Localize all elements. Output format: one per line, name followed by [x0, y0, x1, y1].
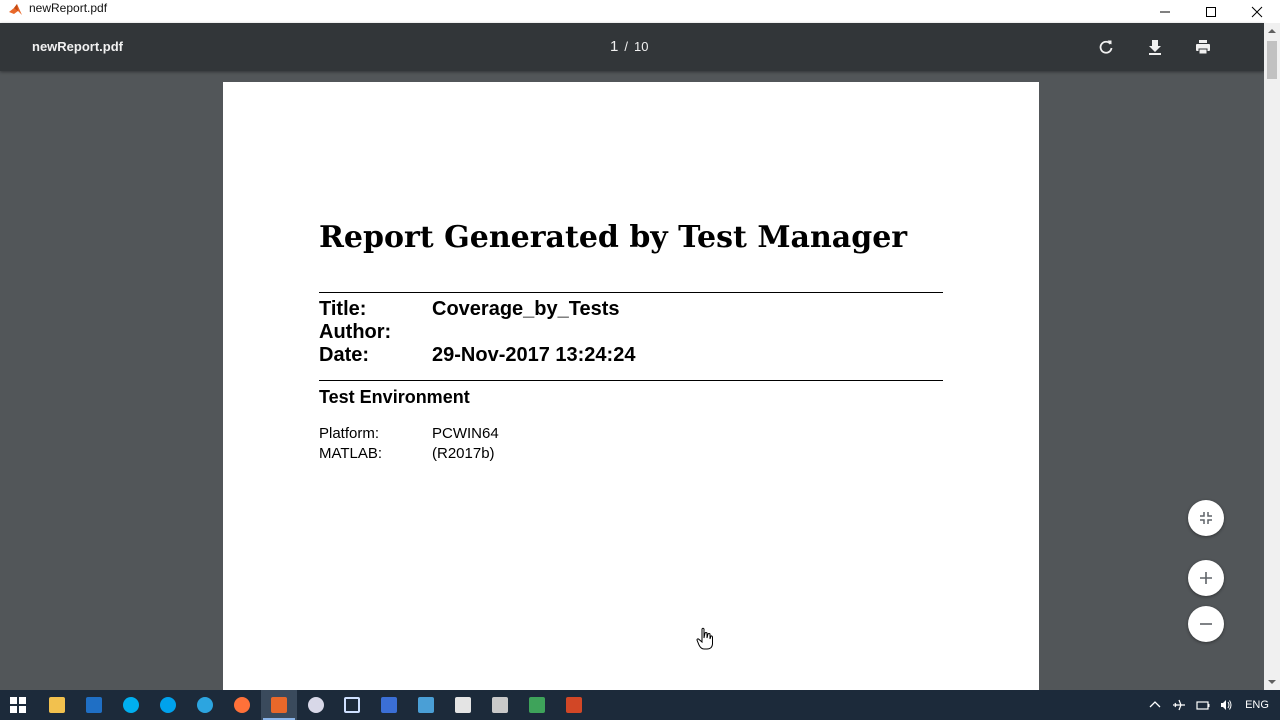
hand-cursor-icon: [696, 627, 713, 650]
divider: [319, 380, 943, 381]
tool-icon: [492, 697, 508, 713]
matlab-icon: [9, 4, 22, 15]
taskbar-skype[interactable]: [113, 690, 149, 720]
taskbar-network[interactable]: [519, 690, 555, 720]
tray-volume[interactable]: [1217, 690, 1235, 720]
zoom-out-button[interactable]: [1188, 606, 1224, 642]
env-label: Platform:: [319, 425, 380, 442]
battery-icon: [1196, 701, 1210, 710]
vertical-scrollbar[interactable]: [1264, 23, 1280, 690]
outlook-icon: [86, 697, 102, 713]
meta-label: Title:: [319, 298, 367, 320]
save-icon: [381, 697, 397, 713]
taskbar-firefox[interactable]: [224, 690, 260, 720]
window-title: newReport.pdf: [29, 1, 108, 15]
zoom-in-button[interactable]: [1188, 560, 1224, 596]
minimize-icon: [1160, 11, 1170, 12]
paint-icon: [308, 697, 324, 713]
zoom-in-icon: [1200, 572, 1212, 584]
pdf-toolbar: newReport.pdf 1 / 10: [0, 23, 1264, 71]
meta-row-author: Author:: [319, 321, 432, 344]
telegram-icon: [197, 697, 213, 713]
scroll-up-arrow-icon[interactable]: [1264, 23, 1280, 39]
meta-value: 29-Nov-2017 13:24:24: [432, 344, 636, 366]
rotate-button[interactable]: [1094, 35, 1118, 59]
taskbar-settings[interactable]: [408, 690, 444, 720]
taskbar: ENG: [0, 690, 1280, 720]
window-titlebar: newReport.pdf: [0, 0, 1280, 23]
page-total: 10: [633, 39, 649, 54]
chevron-up-icon: [1149, 701, 1161, 708]
skype-business-icon: [160, 697, 176, 713]
taskbar-matlab[interactable]: [261, 690, 297, 720]
taskbar-file-explorer[interactable]: [39, 690, 75, 720]
taskbar-box[interactable]: [334, 690, 370, 720]
taskbar-save[interactable]: [371, 690, 407, 720]
print-button[interactable]: [1191, 35, 1215, 59]
airplane-icon: [1173, 699, 1185, 711]
sync-icon: [455, 697, 471, 713]
close-button[interactable]: [1234, 0, 1280, 23]
taskbar-telegram[interactable]: [187, 690, 223, 720]
matlab-icon: [271, 697, 287, 713]
download-icon: [1149, 40, 1161, 55]
meta-row-title: Title: Coverage_by_Tests: [319, 298, 620, 321]
taskbar-paint[interactable]: [298, 690, 334, 720]
page-current-input[interactable]: 1: [610, 38, 618, 55]
volume-icon: [1221, 700, 1232, 710]
taskbar-powerpoint[interactable]: [556, 690, 592, 720]
fit-page-button[interactable]: [1188, 500, 1224, 536]
close-icon: [1251, 6, 1263, 17]
settings-icon: [418, 697, 434, 713]
taskbar-skype-business[interactable]: [150, 690, 186, 720]
taskbar-sync[interactable]: [445, 690, 481, 720]
print-icon: [1196, 40, 1210, 55]
page-separator: /: [624, 39, 628, 54]
report-heading: Report Generated by Test Manager: [319, 220, 908, 255]
firefox-icon: [234, 697, 250, 713]
meta-label: Date:: [319, 344, 370, 366]
file-explorer-icon: [49, 697, 65, 713]
scroll-down-arrow-icon[interactable]: [1264, 674, 1280, 690]
language-indicator[interactable]: ENG: [1240, 690, 1274, 720]
env-row-platform: Platform: PCWIN64: [319, 425, 499, 442]
fit-page-icon: [1200, 512, 1212, 524]
rotate-icon: [1099, 40, 1113, 54]
env-label: MATLAB:: [319, 445, 383, 462]
tray-battery[interactable]: [1194, 690, 1212, 720]
tray-airplane[interactable]: [1170, 690, 1188, 720]
tray-show-hidden[interactable]: [1146, 690, 1164, 720]
document-title: newReport.pdf: [32, 39, 123, 54]
skype-icon: [123, 697, 139, 713]
scrollbar-thumb[interactable]: [1267, 41, 1277, 79]
box-icon: [344, 697, 360, 713]
meta-row-date: Date: 29-Nov-2017 13:24:24: [319, 344, 635, 367]
env-row-matlab: MATLAB: (R2017b): [319, 445, 495, 462]
pdf-page: Report Generated by Test Manager Title: …: [223, 82, 1039, 690]
powerpoint-icon: [566, 697, 582, 713]
divider: [319, 292, 943, 293]
zoom-out-icon: [1200, 623, 1212, 625]
env-value: PCWIN64: [432, 425, 499, 442]
maximize-icon: [1206, 6, 1216, 17]
taskbar-tool[interactable]: [482, 690, 518, 720]
minimize-button[interactable]: [1142, 0, 1188, 23]
network-icon: [529, 697, 545, 713]
env-value: (R2017b): [432, 445, 495, 462]
meta-value: Coverage_by_Tests: [432, 298, 620, 320]
meta-label: Author:: [319, 321, 392, 343]
maximize-button[interactable]: [1188, 0, 1234, 23]
taskbar-outlook[interactable]: [76, 690, 112, 720]
page-indicator: 1 / 10: [610, 38, 648, 55]
windows-start-icon: [10, 697, 26, 713]
section-heading: Test Environment: [319, 387, 470, 407]
windows-start-button[interactable]: [0, 690, 36, 720]
download-button[interactable]: [1143, 35, 1167, 59]
